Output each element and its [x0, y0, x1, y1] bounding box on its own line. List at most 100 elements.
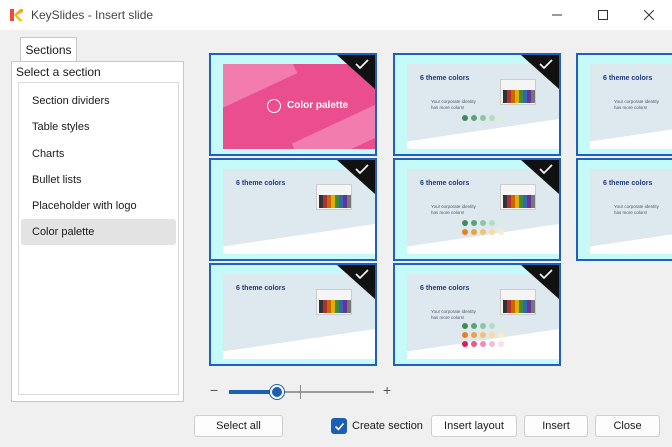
window-title: KeySlides - Insert slide	[31, 8, 154, 22]
slide-title: 6 theme colors	[603, 75, 653, 82]
insert-layout-label: Insert layout	[444, 420, 504, 432]
section-list: Section dividers Table styles Charts Bul…	[18, 82, 179, 395]
select-all-label: Select all	[216, 420, 261, 432]
color-dot	[498, 220, 504, 226]
sections-panel: Select a section Section dividers Table …	[11, 61, 184, 402]
slide-subtitle: Your corporate identity	[614, 204, 659, 209]
slide-thumbnail-grid: Color palette 6 theme colors Your corpor…	[207, 51, 672, 371]
decorative-shape	[223, 224, 375, 254]
palette-icon	[267, 99, 281, 113]
color-dot	[471, 332, 477, 338]
slide-thumbnail[interactable]: Color palette	[209, 53, 377, 156]
create-section-checkbox[interactable]: Create section	[331, 417, 423, 435]
slide-title: 6 theme colors	[420, 75, 470, 82]
color-dot	[471, 323, 477, 329]
section-item-color-palette[interactable]: Color palette	[21, 219, 176, 245]
checkbox[interactable]	[331, 418, 347, 434]
checkmark-icon	[521, 265, 559, 299]
slide-title: Color palette	[287, 100, 349, 111]
slide-thumbnail[interactable]: 6 theme colors Your corporate identity h…	[393, 158, 561, 261]
section-item-table-styles[interactable]: Table styles	[21, 114, 176, 140]
zoom-out-icon[interactable]: −	[210, 383, 222, 397]
slide-thumbnail[interactable]: 6 theme colors Your corporate identity h…	[576, 53, 672, 156]
color-dot	[489, 229, 495, 235]
slide-subtitle: has more colors!	[614, 105, 648, 110]
color-dot	[498, 341, 504, 347]
color-dot	[480, 323, 486, 329]
maximize-button[interactable]	[580, 0, 626, 30]
create-section-label: Create section	[352, 420, 423, 432]
zoom-midpoint-tick	[300, 385, 301, 399]
slide-subtitle: Your corporate identity	[614, 99, 659, 104]
section-item-bullet-lists[interactable]: Bullet lists	[21, 167, 176, 193]
checkmark-icon	[521, 160, 559, 194]
section-item-placeholder-with-logo[interactable]: Placeholder with logo	[21, 193, 176, 219]
slide-thumbnail[interactable]: 6 theme colors Your corporate identity h…	[393, 53, 561, 156]
checkmark-icon	[337, 55, 375, 89]
slide-thumbnail[interactable]: 6 theme colors Your corporate identity h…	[393, 263, 561, 366]
close-icon	[644, 10, 654, 20]
checkmark-icon	[337, 160, 375, 194]
slide-title: 6 theme colors	[420, 285, 470, 292]
color-dot	[480, 332, 486, 338]
close-window-button[interactable]	[626, 0, 672, 30]
color-dot	[462, 229, 468, 235]
color-dot	[498, 323, 504, 329]
color-dot	[480, 229, 486, 235]
color-dot	[480, 115, 486, 121]
color-dot	[462, 332, 468, 338]
section-item-label: Table styles	[32, 121, 90, 133]
checkmark-icon	[521, 55, 559, 89]
color-dot	[498, 332, 504, 338]
decorative-shape	[407, 119, 559, 149]
color-dot	[489, 115, 495, 121]
color-dot	[471, 229, 477, 235]
slide-subtitle: has more colors!	[431, 105, 465, 110]
slide-title: 6 theme colors	[236, 285, 286, 292]
color-dot	[462, 220, 468, 226]
maximize-icon	[598, 10, 608, 20]
slide-preview: 6 theme colors Your corporate identity h…	[590, 64, 672, 149]
section-item-label: Bullet lists	[32, 174, 82, 186]
slide-subtitle: has more colors!	[614, 210, 648, 215]
color-dot	[471, 115, 477, 121]
color-dot	[489, 323, 495, 329]
slide-title: 6 theme colors	[603, 180, 653, 187]
zoom-slider-handle[interactable]	[269, 385, 284, 399]
section-item-section-dividers[interactable]: Section dividers	[21, 88, 176, 114]
insert-label: Insert	[542, 420, 570, 432]
color-dot	[462, 323, 468, 329]
insert-layout-button[interactable]: Insert layout	[431, 415, 517, 437]
section-item-label: Charts	[32, 148, 65, 160]
decorative-shape	[590, 224, 672, 254]
slide-preview: 6 theme colors Your corporate identity h…	[590, 169, 672, 254]
select-section-label: Select a section	[16, 65, 101, 79]
zoom-slider: − +	[207, 382, 397, 402]
title-bar: KeySlides - Insert slide	[0, 0, 672, 30]
slide-title: 6 theme colors	[420, 180, 470, 187]
slide-subtitle: Your corporate identity	[431, 204, 476, 209]
slide-thumbnail[interactable]: 6 theme colors Your corporate identity h…	[576, 158, 672, 261]
decorative-shape	[223, 329, 375, 359]
zoom-in-icon[interactable]: +	[383, 383, 395, 397]
tab-sections-label: Sections	[25, 43, 72, 57]
section-item-charts[interactable]: Charts	[21, 141, 176, 167]
close-button[interactable]: Close	[595, 415, 660, 437]
insert-button[interactable]: Insert	[524, 415, 588, 437]
slide-subtitle: has more colors!	[431, 315, 465, 320]
decorative-shape	[590, 119, 672, 149]
minimize-icon	[552, 14, 562, 16]
section-item-label: Color palette	[32, 226, 95, 238]
slide-thumbnail[interactable]: 6 theme colors	[209, 158, 377, 261]
slide-subtitle: has more colors!	[431, 210, 465, 215]
section-item-label: Placeholder with logo	[32, 200, 137, 212]
section-item-label: Section dividers	[32, 95, 110, 107]
tab-sections[interactable]: Sections	[20, 37, 77, 62]
close-label: Close	[613, 420, 642, 432]
select-all-button[interactable]: Select all	[194, 415, 283, 437]
minimize-button[interactable]	[534, 0, 580, 30]
color-dot	[480, 220, 486, 226]
slide-thumbnail[interactable]: 6 theme colors	[209, 263, 377, 366]
slide-title: 6 theme colors	[236, 180, 286, 187]
checkmark-icon	[337, 265, 375, 299]
